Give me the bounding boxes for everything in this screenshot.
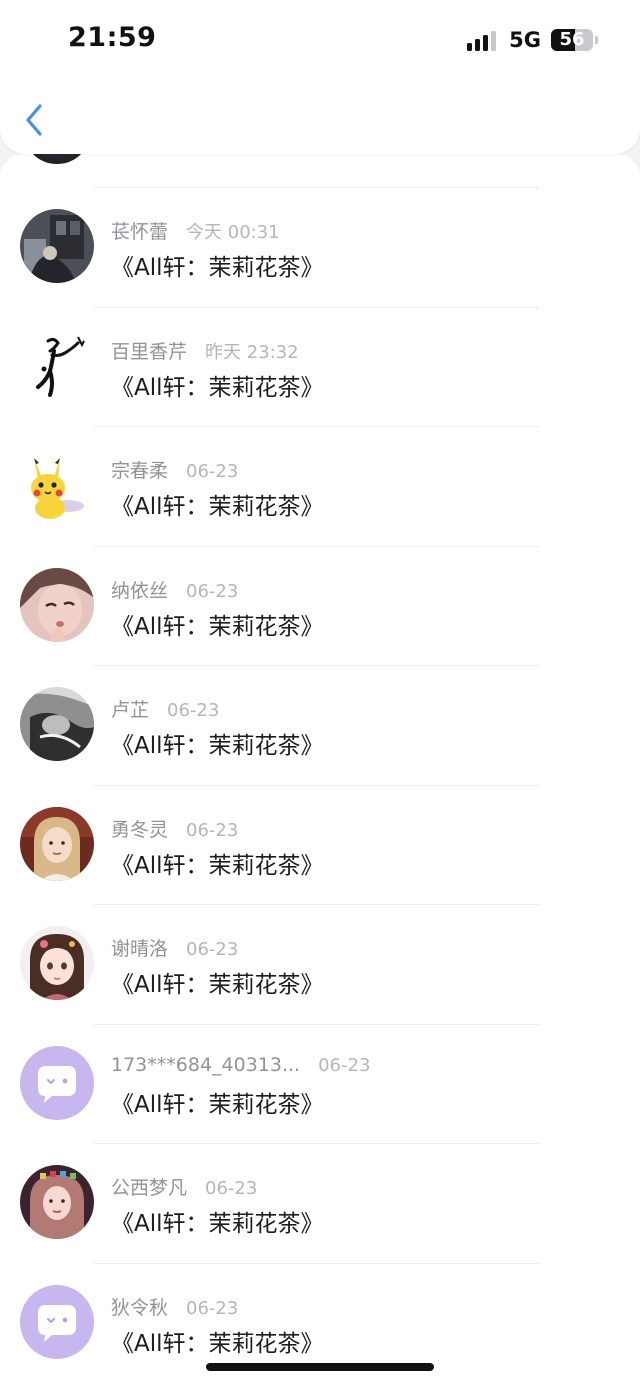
avatar[interactable] bbox=[20, 329, 94, 403]
comment-row[interactable]: 百里香芹 昨天 23:32 《All轩：茉莉花茶》 bbox=[0, 307, 640, 426]
username[interactable]: 谢晴洛 bbox=[111, 934, 168, 961]
home-indicator[interactable] bbox=[206, 1363, 434, 1371]
avatar[interactable] bbox=[20, 807, 94, 881]
battery-tip bbox=[595, 36, 598, 44]
row-divider bbox=[94, 187, 540, 188]
comment-text: 《All轩：茉莉花茶》 bbox=[111, 733, 324, 759]
comment-meta: 173***684_40313... 06-23 bbox=[111, 1054, 370, 1076]
comment-text: 《All轩：茉莉花茶》 bbox=[111, 375, 324, 401]
row-divider bbox=[94, 1024, 540, 1025]
username[interactable]: 纳依丝 bbox=[111, 576, 168, 603]
avatar[interactable] bbox=[20, 209, 94, 283]
battery-icon: 56 bbox=[551, 29, 593, 51]
comment-meta: 谢晴洛 06-23 bbox=[111, 934, 238, 961]
avatar[interactable] bbox=[20, 687, 94, 761]
comment-date: 06-23 bbox=[186, 939, 239, 960]
comment-text: 《All轩：茉莉花茶》 bbox=[111, 614, 324, 640]
username[interactable]: 狄令秋 bbox=[111, 1293, 168, 1320]
comment-text: 《All轩：茉莉花茶》 bbox=[111, 1211, 324, 1237]
avatar[interactable] bbox=[20, 1165, 94, 1239]
comment-row[interactable]: 纳依丝 06-23 《All轩：茉莉花茶》 bbox=[0, 546, 640, 665]
avatar[interactable] bbox=[27, 154, 87, 164]
comment-text: 《All轩：茉莉花茶》 bbox=[111, 972, 324, 998]
row-divider bbox=[94, 1263, 540, 1264]
comment-date: 06-23 bbox=[205, 1178, 258, 1199]
comment-meta: 公西梦凡 06-23 bbox=[111, 1173, 257, 1200]
comment-date: 06-23 bbox=[186, 581, 239, 602]
comment-row[interactable]: 谢晴洛 06-23 《All轩：茉莉花茶》 bbox=[0, 904, 640, 1023]
row-divider bbox=[94, 785, 540, 786]
avatar[interactable] bbox=[20, 448, 94, 522]
avatar[interactable] bbox=[20, 926, 94, 1000]
chevron-left-icon bbox=[26, 104, 42, 136]
comment-text: 《All轩：茉莉花茶》 bbox=[111, 255, 324, 281]
comment-date: 06-23 bbox=[186, 820, 239, 841]
comment-meta: 卢芷 06-23 bbox=[111, 695, 219, 722]
comment-date: 06-23 bbox=[167, 700, 220, 721]
comment-row[interactable]: 苌怀蕾 今天 00:31 《All轩：茉莉花茶》 bbox=[0, 187, 640, 306]
username[interactable]: 宗春柔 bbox=[111, 456, 168, 483]
row-divider bbox=[94, 665, 540, 666]
comment-date: 06-23 bbox=[318, 1055, 371, 1076]
back-button[interactable] bbox=[18, 100, 54, 140]
username[interactable]: 公西梦凡 bbox=[111, 1173, 187, 1200]
comment-text: 《All轩：茉莉花茶》 bbox=[111, 494, 324, 520]
row-divider bbox=[94, 904, 540, 905]
username[interactable]: 百里香芹 bbox=[111, 337, 187, 364]
network-type: 5G bbox=[509, 28, 541, 52]
comment-date: 今天 00:31 bbox=[186, 222, 280, 243]
status-indicators: 5G 56 bbox=[467, 28, 598, 52]
row-divider bbox=[94, 426, 540, 427]
comment-date: 06-23 bbox=[186, 1298, 239, 1319]
comment-meta: 勇冬灵 06-23 bbox=[111, 815, 238, 842]
username[interactable]: 勇冬灵 bbox=[111, 815, 168, 842]
comment-text: 《All轩：茉莉花茶》 bbox=[111, 1331, 324, 1357]
top-bar: 21:59 5G 56 bbox=[0, 0, 640, 154]
comment-date: 06-23 bbox=[186, 461, 239, 482]
comment-text: 《All轩：茉莉花茶》 bbox=[111, 853, 324, 879]
comment-row[interactable]: 公西梦凡 06-23 《All轩：茉莉花茶》 bbox=[0, 1143, 640, 1262]
username[interactable]: 173***684_40313... bbox=[111, 1054, 300, 1076]
avatar[interactable] bbox=[20, 1046, 94, 1120]
username[interactable]: 卢芷 bbox=[111, 695, 149, 722]
avatar[interactable] bbox=[20, 568, 94, 642]
comment-meta: 苌怀蕾 今天 00:31 bbox=[111, 217, 280, 244]
comment-list[interactable]: 苌怀蕾 今天 00:31 《All轩：茉莉花茶》 百里香芹 昨天 23:32 《All轩：… bbox=[0, 154, 640, 1385]
row-divider bbox=[94, 1143, 540, 1144]
avatar[interactable] bbox=[20, 1285, 94, 1359]
comment-row[interactable]: 勇冬灵 06-23 《All轩：茉莉花茶》 bbox=[0, 785, 640, 904]
comment-meta: 宗春柔 06-23 bbox=[111, 456, 238, 483]
cellular-signal-icon bbox=[467, 29, 499, 51]
status-time: 21:59 bbox=[68, 22, 157, 53]
row-divider bbox=[94, 307, 540, 308]
comment-row[interactable]: 宗春柔 06-23 《All轩：茉莉花茶》 bbox=[0, 426, 640, 545]
username[interactable]: 苌怀蕾 bbox=[111, 217, 168, 244]
comment-meta: 纳依丝 06-23 bbox=[111, 576, 238, 603]
battery-level: 56 bbox=[559, 29, 585, 50]
comment-date: 昨天 23:32 bbox=[205, 342, 299, 363]
comment-row[interactable]: 173***684_40313... 06-23 《All轩：茉莉花茶》 bbox=[0, 1024, 640, 1143]
comment-meta: 狄令秋 06-23 bbox=[111, 1293, 238, 1320]
row-divider bbox=[94, 546, 540, 547]
comment-meta: 百里香芹 昨天 23:32 bbox=[111, 337, 299, 364]
comment-text: 《All轩：茉莉花茶》 bbox=[111, 1092, 324, 1118]
comment-row[interactable]: 卢芷 06-23 《All轩：茉莉花茶》 bbox=[0, 665, 640, 784]
